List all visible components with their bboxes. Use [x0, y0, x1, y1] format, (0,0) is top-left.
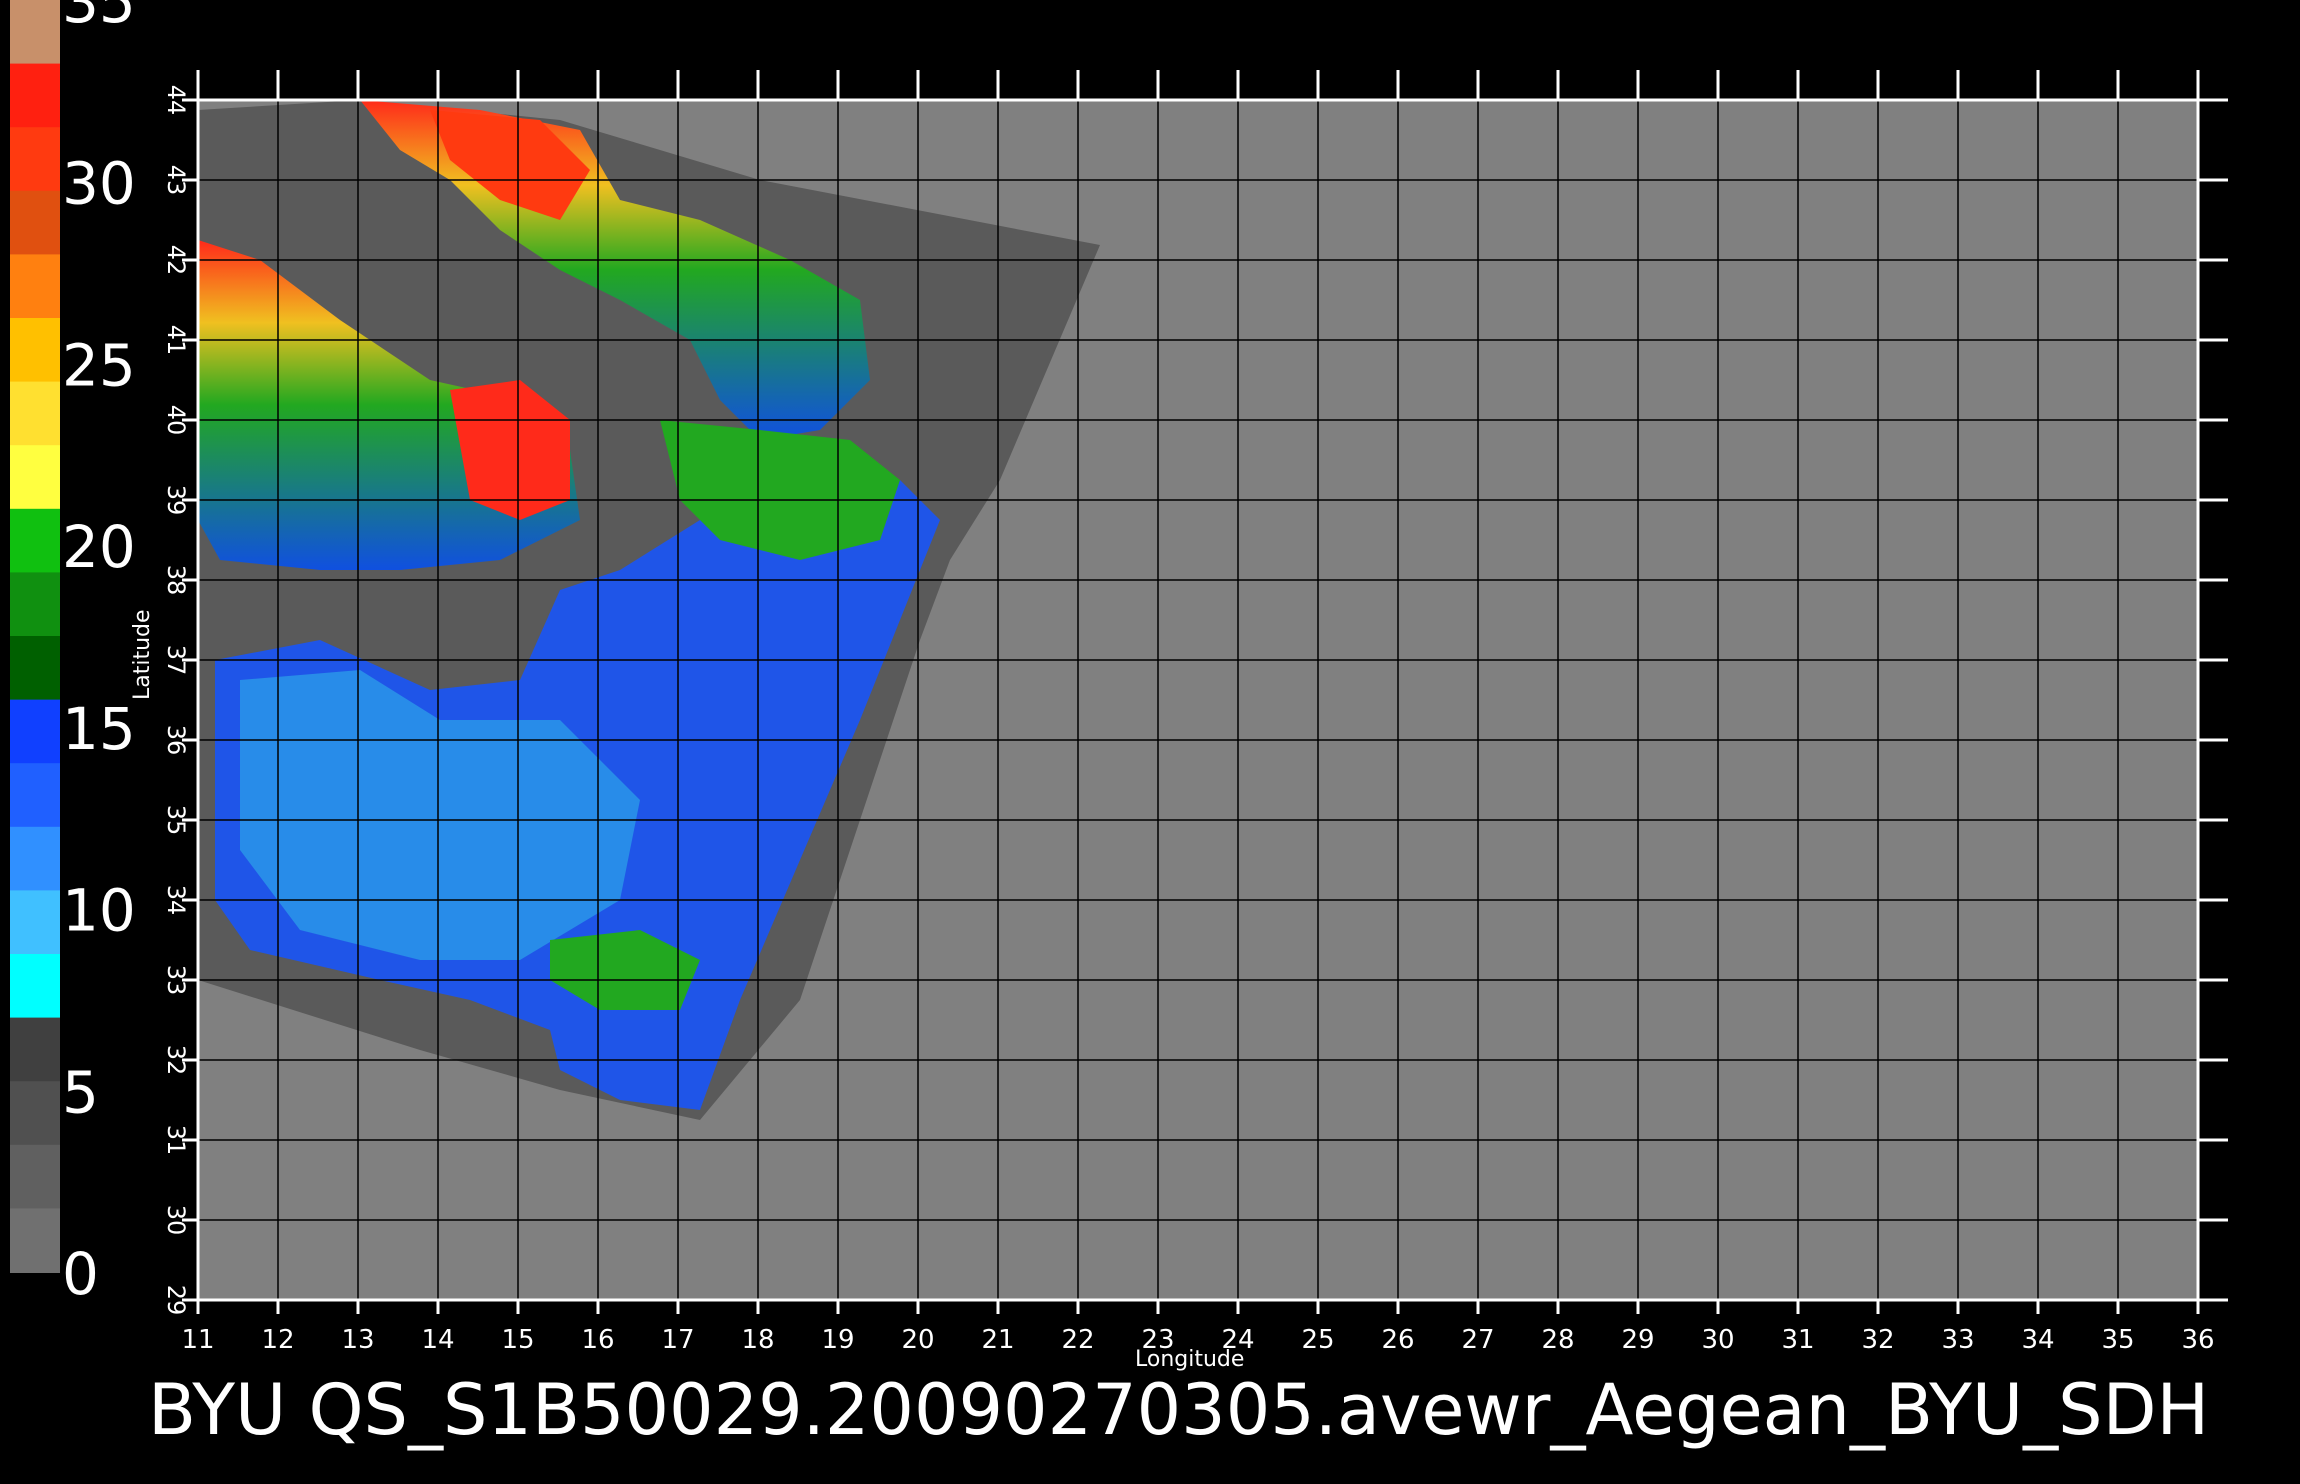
lon-tick-label: 33 — [1941, 1325, 1974, 1355]
lat-tick-label: 30 — [162, 1205, 190, 1236]
lon-tick-label: 29 — [1621, 1325, 1654, 1355]
lat-tick-label: 33 — [162, 965, 190, 996]
lat-tick-label: 37 — [162, 645, 190, 676]
colorbar-segment — [10, 445, 60, 510]
colorbar-label: 20 — [62, 513, 136, 581]
lat-tick-label: 32 — [162, 1045, 190, 1076]
colorbar-label: 5 — [62, 1058, 99, 1126]
lon-tick-label: 31 — [1781, 1325, 1814, 1355]
lon-tick-label: 17 — [661, 1325, 694, 1355]
lon-tick-label: 20 — [901, 1325, 934, 1355]
lat-tick-label: 42 — [162, 245, 190, 276]
colorbar-segment — [10, 508, 60, 574]
lon-tick-label: 13 — [341, 1325, 374, 1355]
colorbar-segment — [10, 0, 60, 65]
lat-tick-label: 35 — [162, 805, 190, 836]
colorbar-segment — [10, 699, 60, 765]
colorbar-segment — [10, 954, 60, 1019]
lon-tick-label: 28 — [1541, 1325, 1574, 1355]
lat-tick-label: 44 — [162, 85, 190, 116]
lat-tick-label: 43 — [162, 165, 190, 196]
lon-tick-label: 12 — [261, 1325, 294, 1355]
lon-tick-label: 16 — [581, 1325, 614, 1355]
lat-tick-label: 40 — [162, 405, 190, 436]
lat-tick-label: 39 — [162, 485, 190, 516]
lon-tick-label: 36 — [2181, 1325, 2214, 1355]
colorbar: 35 30 25 20 15 10 5 0 — [10, 0, 136, 1308]
lat-tick-label: 41 — [162, 325, 190, 356]
figure-caption: BYU QS_S1B50029.20090270305.avewr_Aegean… — [148, 1369, 2210, 1451]
colorbar-segment — [10, 254, 60, 319]
lon-tick-label: 30 — [1701, 1325, 1734, 1355]
lat-tick-label: 34 — [162, 885, 190, 916]
lon-tick-label: 25 — [1301, 1325, 1334, 1355]
lat-tick-label: 36 — [162, 725, 190, 756]
x-axis-title: Longitude — [1135, 1347, 1245, 1372]
colorbar-label: 15 — [62, 695, 136, 763]
colorbar-label: 25 — [62, 331, 136, 399]
lon-tick-label: 34 — [2021, 1325, 2054, 1355]
colorbar-segment — [10, 826, 60, 892]
lon-tick-label: 15 — [501, 1325, 534, 1355]
colorbar-segment — [10, 1017, 60, 1083]
lon-tick-label: 27 — [1461, 1325, 1494, 1355]
lon-tick-label: 26 — [1381, 1325, 1414, 1355]
colorbar-segment — [10, 890, 60, 955]
colorbar-segment — [10, 1208, 60, 1273]
colorbar-segment — [10, 1081, 60, 1146]
lat-tick-label: 38 — [162, 565, 190, 596]
wind-map-svg: 35 30 25 20 15 10 5 0 11 12 13 14 15 16 17 18 19 20 21 22 2… — [10, 0, 2228, 1355]
lon-tick-label: 21 — [981, 1325, 1014, 1355]
colorbar-label: 30 — [62, 150, 136, 218]
colorbar-label: 10 — [62, 877, 136, 945]
colorbar-segment — [10, 63, 60, 129]
lon-tick-label: 18 — [741, 1325, 774, 1355]
lon-tick-label: 32 — [1861, 1325, 1894, 1355]
colorbar-segment — [10, 318, 60, 383]
map-figure: 35 30 25 20 15 10 5 0 11 12 13 14 15 16 17 18 19 20 21 22 2… — [0, 0, 2300, 1480]
colorbar-label: 35 — [62, 0, 136, 36]
lon-tick-label: 14 — [421, 1325, 454, 1355]
lon-tick-label: 19 — [821, 1325, 854, 1355]
y-axis-title: Latitude — [130, 609, 155, 700]
colorbar-segment — [10, 127, 60, 192]
lon-tick-label: 22 — [1061, 1325, 1094, 1355]
colorbar-segment — [10, 381, 60, 447]
colorbar-segment — [10, 636, 60, 701]
colorbar-segment — [10, 190, 60, 256]
colorbar-segment — [10, 763, 60, 828]
lon-tick-label: 11 — [181, 1325, 214, 1355]
colorbar-label: 0 — [62, 1240, 99, 1308]
colorbar-segment — [10, 572, 60, 637]
lon-tick-label: 35 — [2101, 1325, 2134, 1355]
colorbar-segment — [10, 1144, 60, 1210]
lat-tick-label: 29 — [162, 1285, 190, 1316]
lat-tick-label: 31 — [162, 1125, 190, 1156]
